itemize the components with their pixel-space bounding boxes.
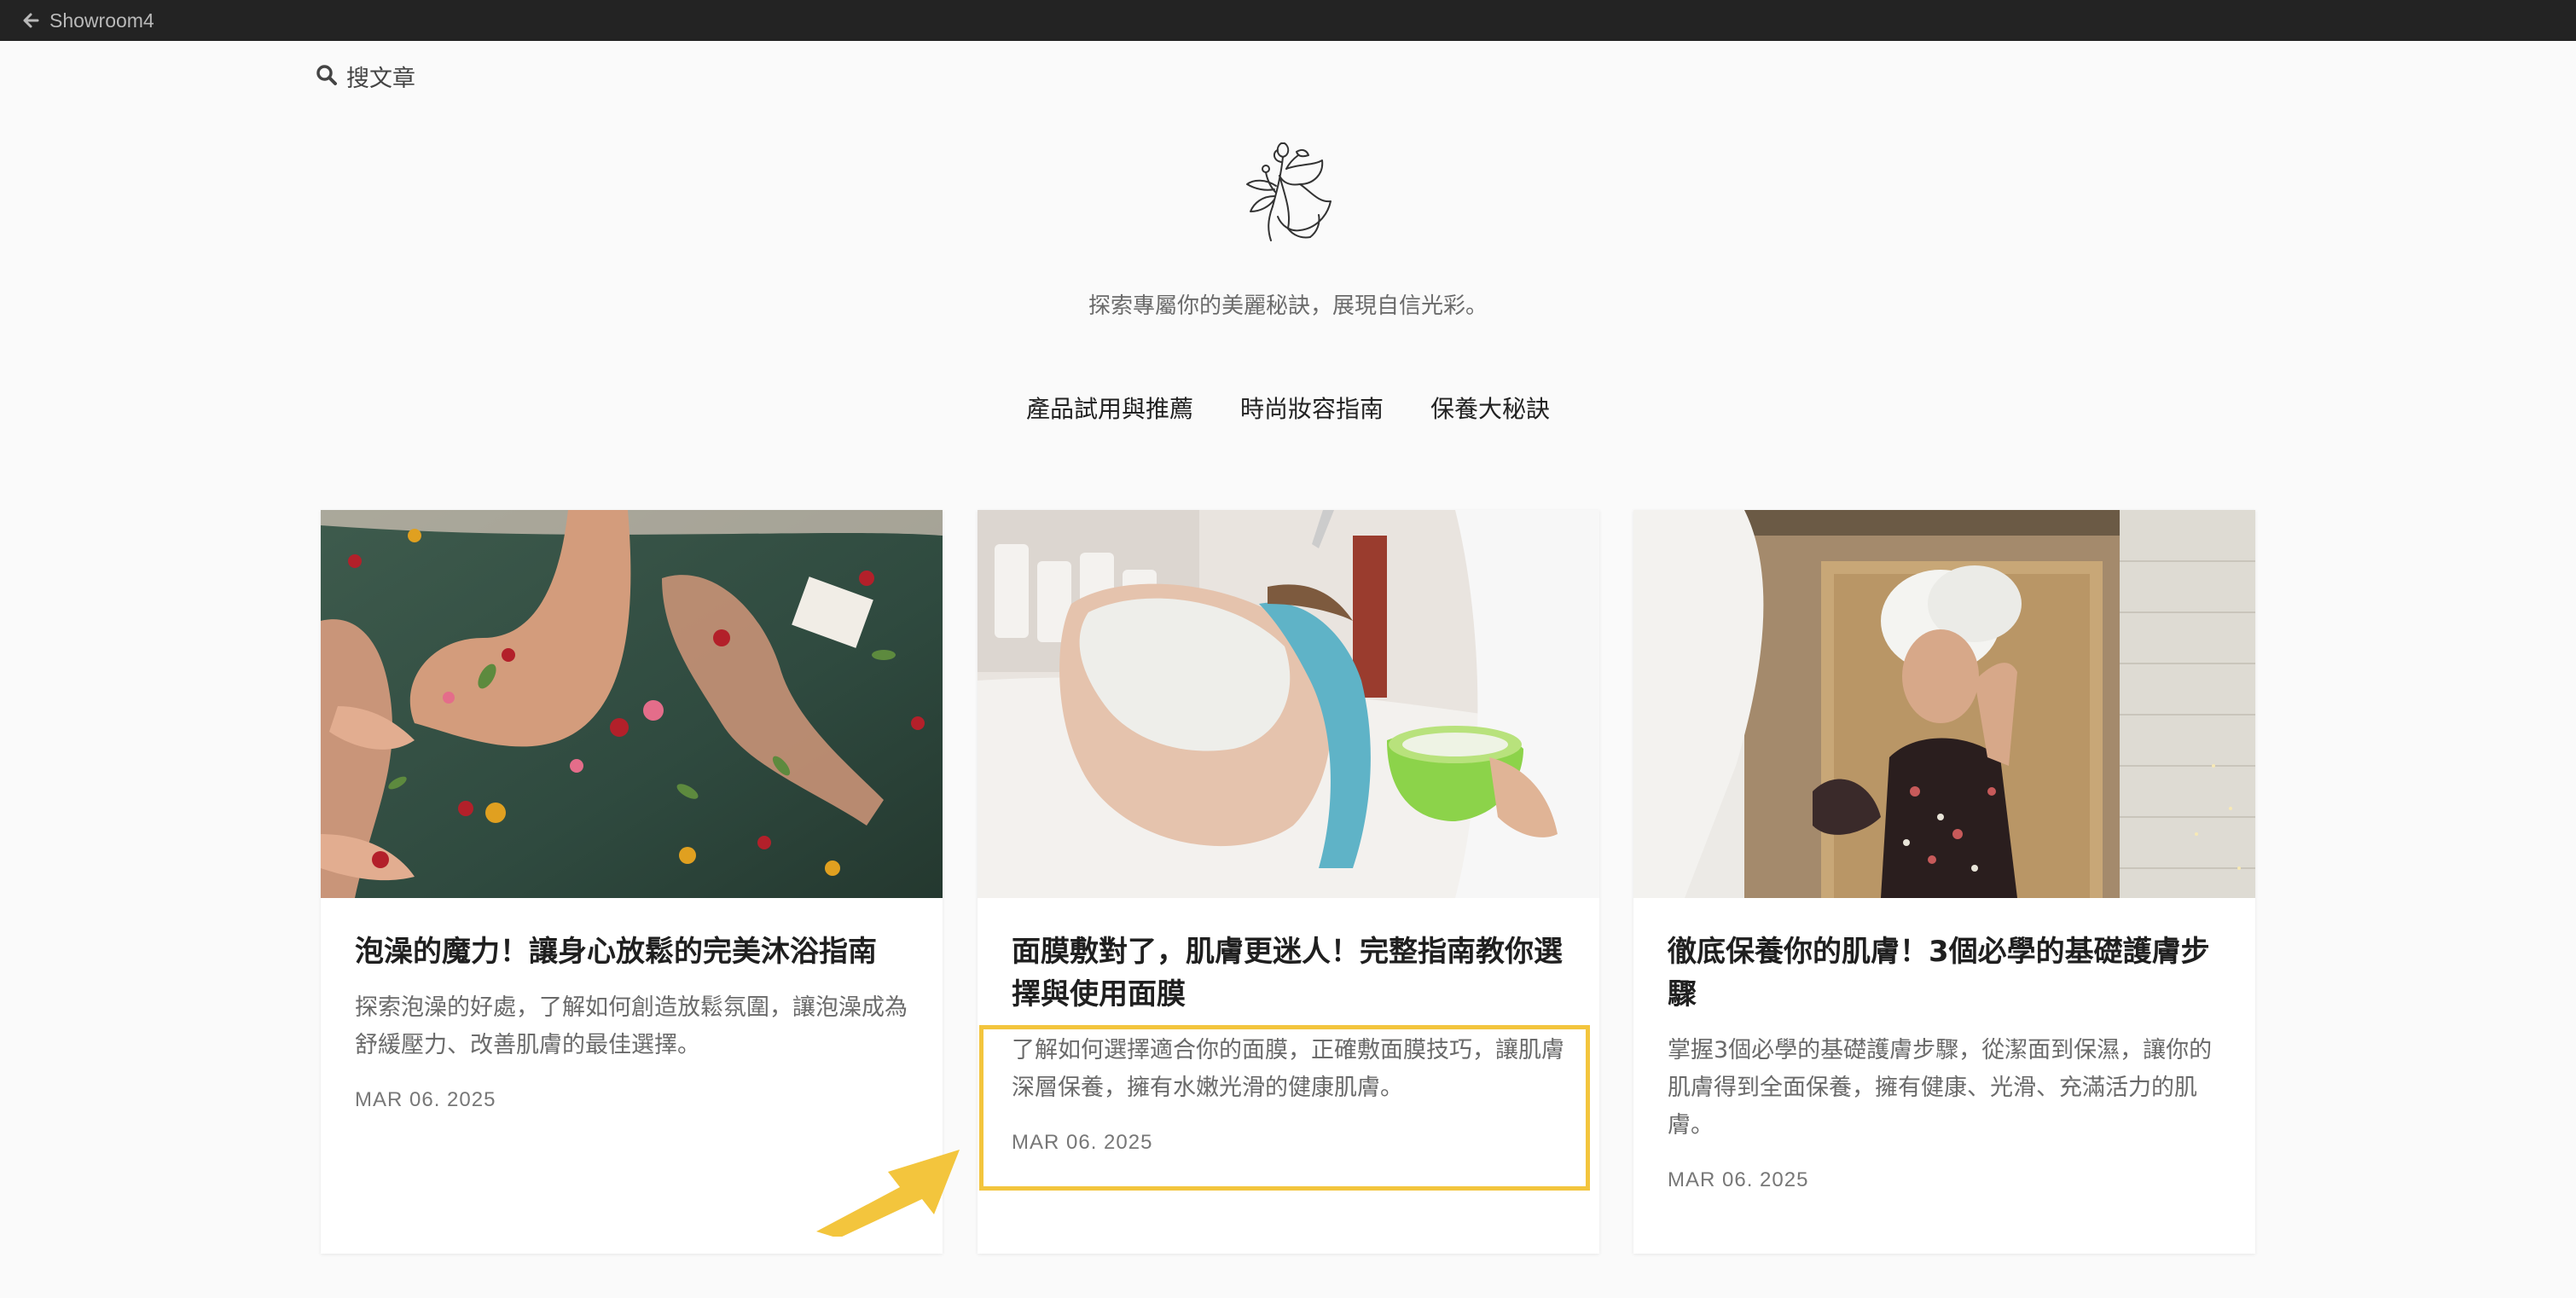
article-image-bath[interactable] xyxy=(321,510,943,898)
article-title[interactable]: 徹底保養你的肌膚！3個必學的基礎護膚步驟 xyxy=(1668,930,2226,1016)
article-title[interactable]: 泡澡的魔力！讓身心放鬆的完美沐浴指南 xyxy=(355,930,914,973)
back-button[interactable]: Showroom4 xyxy=(22,9,154,32)
top-bar: Showroom4 xyxy=(0,0,2576,41)
article-image-facial-mask[interactable] xyxy=(978,510,1599,898)
pointer-arrow-icon xyxy=(815,1143,968,1240)
highlight-annotation-box xyxy=(979,1025,1590,1191)
site-tagline: 探索專屬你的美麗秘訣，展現自信光彩。 xyxy=(1088,293,1488,319)
article-excerpt: 掌握3個必學的基礎護膚步驟，從潔面到保濕，讓你的肌膚得到全面保養，擁有健康、光滑… xyxy=(1668,1037,2213,1139)
search-icon xyxy=(316,64,338,90)
category-nav: 產品試用與推薦 時尚妝容指南 保養大秘訣 xyxy=(0,391,2576,425)
article-image-mirror-skincare[interactable] xyxy=(1633,510,2255,898)
nav-item-makeup-guide[interactable]: 時尚妝容指南 xyxy=(1240,391,1384,425)
nav-item-product-reviews[interactable]: 產品試用與推薦 xyxy=(1026,391,1193,425)
flower-logo-icon xyxy=(1246,142,1332,241)
site-logo[interactable] xyxy=(1228,135,1348,246)
article-card[interactable]: 徹底保養你的肌膚！3個必學的基礎護膚步驟 掌握3個必學的基礎護膚步驟，從潔面到保… xyxy=(1633,510,2255,1254)
arrow-left-icon xyxy=(22,12,39,29)
back-label: Showroom4 xyxy=(49,9,154,32)
nav-item-skincare-secrets[interactable]: 保養大秘訣 xyxy=(1430,391,1550,425)
search-label: 搜文章 xyxy=(346,66,415,92)
article-date: MAR 06. 2025 xyxy=(1668,1168,1809,1191)
article-title[interactable]: 面膜敷對了，肌膚更迷人！完整指南教你選擇與使用面膜 xyxy=(1012,930,1570,1016)
article-date: MAR 06. 2025 xyxy=(355,1088,496,1111)
article-excerpt: 探索泡澡的好處，了解如何創造放鬆氛圍，讓泡澡成為舒緩壓力、改善肌膚的最佳選擇。 xyxy=(355,994,908,1058)
search-link[interactable]: 搜文章 xyxy=(316,60,415,93)
